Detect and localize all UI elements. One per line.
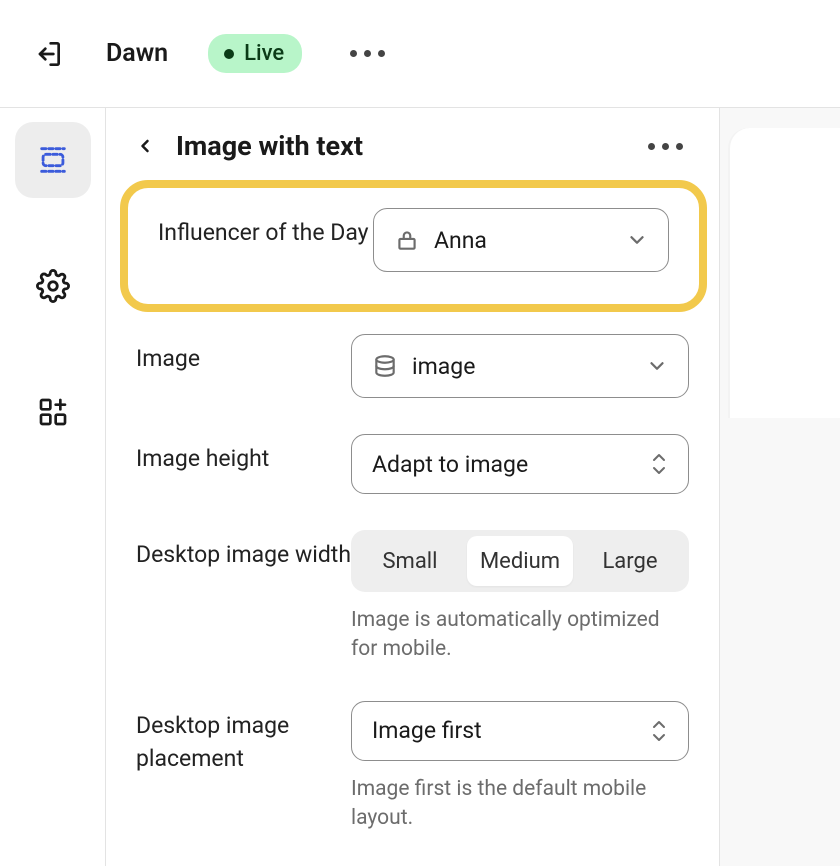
row-desktop-placement: Desktop image placement Image first Imag… (106, 683, 719, 852)
help-desktop-width: Image is automatically optimized for mob… (351, 606, 689, 665)
chevron-down-icon (626, 229, 648, 251)
dropdown-desktop-placement-value: Image first (372, 717, 482, 744)
chevron-left-icon (135, 136, 155, 156)
select-influencer-value: Anna (434, 227, 487, 254)
dropdown-image-height-value: Adapt to image (372, 451, 528, 478)
left-rail (0, 108, 105, 866)
preview-card (730, 128, 840, 418)
label-influencer: Influencer of the Day (158, 208, 373, 249)
seg-opt-large[interactable]: Large (577, 536, 683, 586)
label-desktop-placement: Desktop image placement (136, 701, 351, 776)
settings-panel: Image with text Influencer of the Day An… (105, 108, 720, 866)
status-pill: Live (208, 34, 302, 73)
settings-rail-button[interactable] (15, 248, 91, 324)
label-desktop-width: Desktop image width (136, 530, 351, 571)
seg-opt-medium[interactable]: Medium (467, 536, 573, 586)
row-desktop-width: Desktop image width Small Medium Large I… (106, 512, 719, 683)
gear-icon (36, 269, 70, 303)
more-menu-panel[interactable] (648, 143, 683, 150)
seg-opt-small[interactable]: Small (357, 536, 463, 586)
database-icon (372, 353, 398, 379)
stepper-icon (650, 452, 668, 476)
select-influencer[interactable]: Anna (373, 208, 669, 272)
select-image[interactable]: image (351, 334, 689, 398)
resource-icon (394, 227, 420, 253)
sections-icon (36, 143, 70, 177)
exit-button[interactable] (30, 36, 66, 72)
apps-icon (37, 396, 69, 428)
help-desktop-placement: Image first is the default mobile layout… (351, 775, 689, 834)
sections-rail-button[interactable] (15, 122, 91, 198)
chevron-down-icon (646, 355, 668, 377)
row-image-height: Image height Adapt to image (106, 416, 719, 512)
select-image-value: image (412, 353, 475, 380)
highlight-ring: Influencer of the Day Anna (120, 180, 707, 312)
status-dot-icon (224, 49, 234, 59)
label-image-height: Image height (136, 434, 351, 475)
panel-title: Image with text (176, 130, 363, 162)
apps-rail-button[interactable] (15, 374, 91, 450)
segmented-desktop-width: Small Medium Large (351, 530, 689, 592)
exit-icon (32, 38, 64, 70)
more-menu-topbar[interactable] (350, 50, 385, 57)
preview-pane (720, 108, 840, 866)
dropdown-image-height[interactable]: Adapt to image (351, 434, 689, 494)
panel-header: Image with text (106, 130, 719, 162)
row-influencer: Influencer of the Day Anna (148, 198, 679, 282)
topbar: Dawn Live (0, 0, 840, 108)
dropdown-desktop-placement[interactable]: Image first (351, 701, 689, 761)
label-image: Image (136, 334, 351, 375)
status-label: Live (244, 41, 284, 66)
stepper-icon (650, 719, 668, 743)
back-button[interactable] (132, 133, 158, 159)
row-image: Image image (106, 316, 719, 416)
theme-name: Dawn (106, 39, 168, 68)
